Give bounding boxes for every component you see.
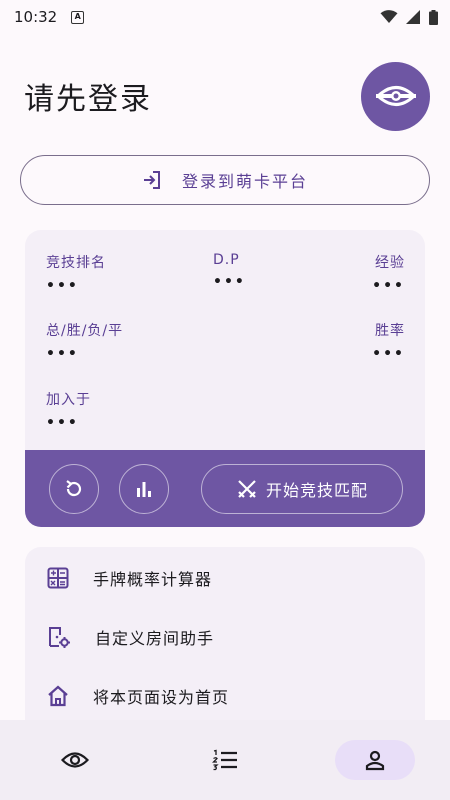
stat-dp-value: ••• [213, 274, 246, 290]
calculator-icon [47, 567, 69, 589]
eye-icon [61, 752, 89, 768]
login-label: 登录到萌卡平台 [181, 172, 308, 191]
action-bar: 开始竞技匹配 [25, 450, 425, 527]
status-bar: 10:32 A [0, 0, 450, 34]
stat-exp-label: 经验 [375, 255, 405, 271]
stat-winrate: 胜率 ••• [372, 320, 405, 362]
tool-set-homepage[interactable]: 将本页面设为首页 [25, 668, 425, 724]
stat-exp: 经验 ••• [372, 252, 405, 294]
tools-card: 手牌概率计算器 自定义房间助手 将本页面设为首页 [25, 547, 425, 747]
nav-item-profile[interactable] [335, 740, 415, 780]
swords-icon [238, 479, 256, 498]
stat-dp: D.P ••• [213, 252, 246, 290]
stat-winrate-value: ••• [372, 346, 405, 362]
stat-rank-label: 竞技排名 [46, 255, 106, 271]
wifi-icon [380, 10, 398, 23]
status-time: 10:32 [14, 8, 58, 26]
stat-record-value: ••• [46, 346, 79, 362]
stat-winrate-label: 胜率 [375, 323, 405, 339]
header: 请先登录 [24, 61, 430, 131]
stat-exp-value: ••• [372, 278, 405, 294]
stats-card: 竞技排名 ••• D.P ••• 经验 ••• 总/胜/负/平 ••• 胜率 •… [25, 230, 425, 527]
nav-item-watch[interactable] [35, 740, 115, 780]
tool-room-helper[interactable]: 自定义房间助手 [25, 609, 425, 665]
tool-room-helper-label: 自定义房间助手 [95, 629, 215, 648]
stat-joined-value: ••• [46, 415, 79, 431]
list-icon [212, 749, 237, 771]
a-box-icon: A [71, 10, 85, 24]
tool-calculator-label: 手牌概率计算器 [93, 570, 213, 589]
stat-joined: 加入于 ••• [46, 389, 91, 431]
start-match-label: 开始竞技匹配 [265, 480, 368, 500]
tool-set-homepage-label: 将本页面设为首页 [93, 688, 230, 707]
page-title: 请先登录 [24, 82, 152, 117]
eye-logo-icon [375, 86, 416, 106]
bar-chart-icon [137, 481, 151, 497]
stat-rank: 竞技排名 ••• [46, 252, 106, 294]
nav-item-list[interactable] [185, 740, 265, 780]
room-settings-icon [49, 627, 70, 648]
stat-dp-label: D.P [213, 252, 240, 268]
stat-rank-value: ••• [46, 278, 79, 294]
home-icon [48, 685, 68, 707]
person-icon [365, 750, 385, 771]
tool-calculator[interactable]: 手牌概率计算器 [25, 550, 425, 606]
login-button[interactable]: 登录到萌卡平台 [20, 155, 430, 205]
stat-record-label: 总/胜/负/平 [46, 323, 124, 339]
bottom-nav [0, 720, 450, 800]
stats-button[interactable] [119, 463, 169, 514]
stat-joined-label: 加入于 [46, 392, 91, 408]
signal-icon [406, 10, 420, 24]
profile-avatar-button[interactable] [361, 61, 430, 131]
refresh-icon [66, 479, 82, 496]
stat-record: 总/胜/负/平 ••• [46, 320, 123, 362]
login-icon [143, 171, 160, 189]
battery-icon [429, 9, 438, 25]
refresh-button[interactable] [49, 463, 99, 514]
start-match-button[interactable]: 开始竞技匹配 [201, 463, 403, 514]
